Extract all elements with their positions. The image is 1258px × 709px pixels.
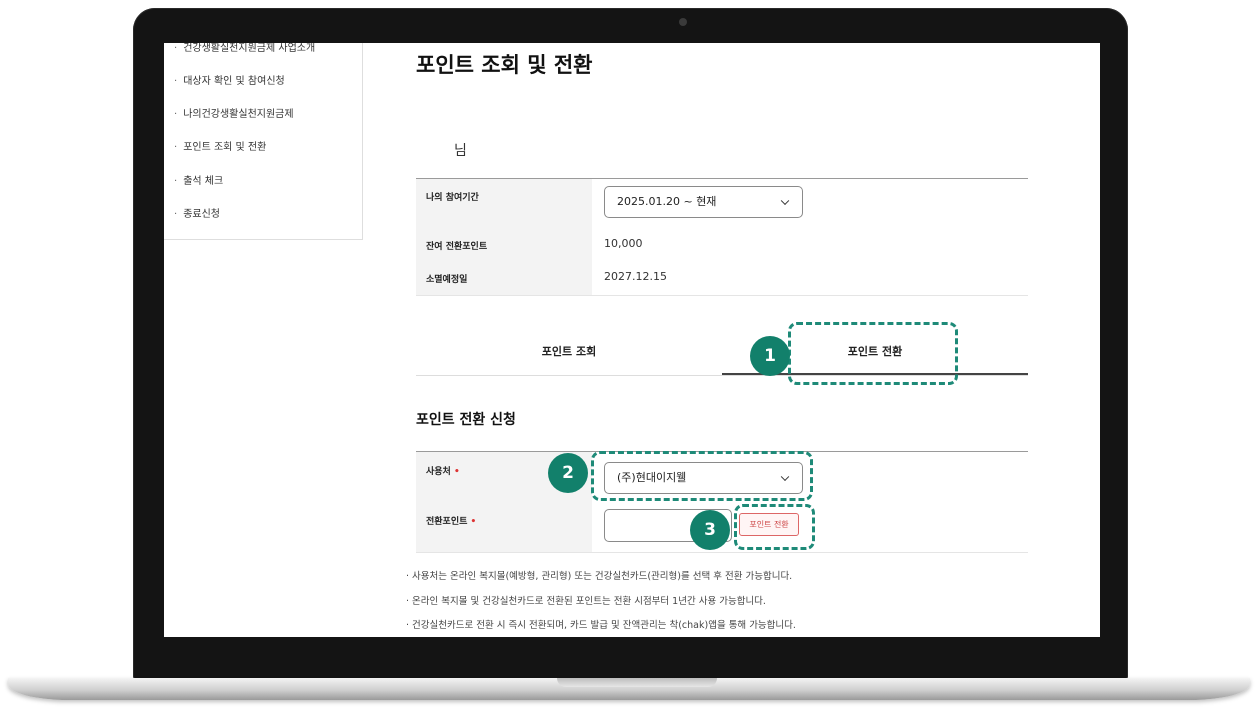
laptop-notch — [557, 678, 717, 687]
callout-box-button — [734, 504, 815, 550]
note-item: · 사용처는 온라인 복지몰(예방형, 관리형) 또는 건강실천카드(관리형)를… — [406, 571, 793, 582]
required-mark: • — [470, 517, 477, 527]
chevron-down-icon — [780, 196, 790, 206]
balance-value: 10,000 — [604, 237, 643, 250]
callout-badge-1: 1 — [750, 336, 790, 376]
sidebar-item-points[interactable]: · 포인트 조회 및 전환 — [174, 138, 266, 153]
sidebar: · 건강생활실천지원금제 사업소개 · 대상자 확인 및 참여신청 · 나의건강생활실… — [164, 43, 363, 240]
callout-box-tab — [788, 322, 958, 385]
period-select[interactable]: 2025.01.20 ~ 현재 — [604, 186, 803, 218]
callout-badge-3: 3 — [690, 510, 730, 550]
laptop-base — [8, 678, 1250, 700]
username-label: 님 — [454, 143, 467, 159]
sidebar-item-my-program[interactable]: · 나의건강생활실천지원금제 — [174, 105, 294, 120]
sidebar-item-terminate[interactable]: · 종료신청 — [174, 205, 220, 220]
tab-point-inquiry[interactable]: 포인트 조회 — [416, 335, 722, 375]
usage-label: 사용처 • — [426, 467, 460, 477]
period-value: 2025.01.20 ~ 현재 — [617, 195, 717, 208]
camera-icon — [679, 18, 687, 26]
callout-box-select — [591, 451, 813, 501]
callout-badge-2: 2 — [548, 453, 588, 493]
note-item: · 온라인 복지몰 및 건강실천카드로 전환된 포인트는 전환 시점부터 1년간… — [406, 596, 766, 607]
balance-label: 잔여 전환포인트 — [426, 242, 488, 252]
expiry-value: 2027.12.15 — [604, 270, 667, 283]
screen: · 건강생활실천지원금제 사업소개 · 대상자 확인 및 참여신청 · 나의건강생활실… — [164, 43, 1100, 637]
period-label: 나의 참여기간 — [426, 193, 479, 203]
sidebar-item-intro[interactable]: · 건강생활실천지원금제 사업소개 — [174, 43, 315, 54]
required-mark: • — [453, 467, 460, 477]
note-item: · 건강실천카드로 전환 시 즉시 전환되며, 카드 발급 및 잔액관리는 착(… — [406, 620, 796, 631]
section-title: 포인트 전환 신청 — [416, 412, 516, 428]
sidebar-item-attendance[interactable]: · 출석 체크 — [174, 172, 223, 187]
expiry-label: 소멸예정일 — [426, 275, 468, 285]
points-label: 전환포인트 • — [426, 517, 477, 527]
info-table: 나의 참여기간 2025.01.20 ~ 현재 잔여 전환포인트 10,000 … — [416, 178, 1028, 296]
sidebar-item-apply[interactable]: · 대상자 확인 및 참여신청 — [174, 72, 285, 87]
page-title: 포인트 조회 및 전환 — [416, 53, 593, 77]
